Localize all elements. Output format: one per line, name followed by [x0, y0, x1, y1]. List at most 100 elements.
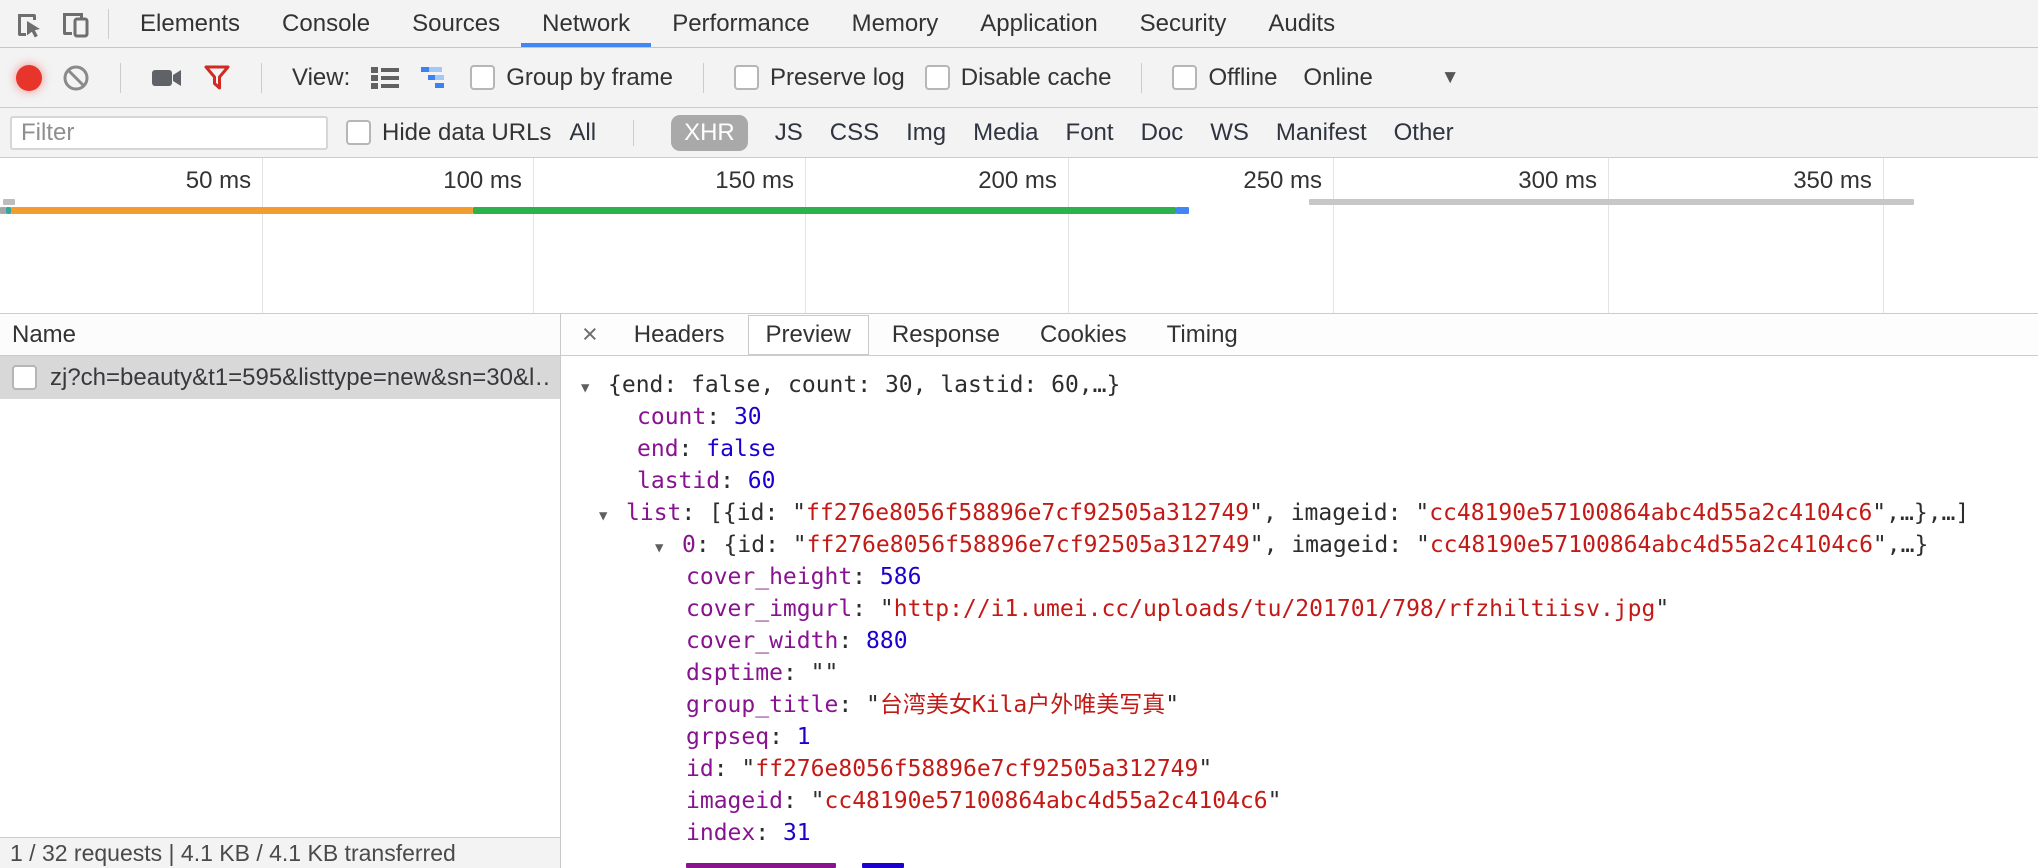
preserve-log-checkbox[interactable] [734, 65, 759, 90]
filter-type-manifest[interactable]: Manifest [1276, 119, 1367, 147]
json-key: id [686, 756, 714, 782]
json-quote: " [1872, 500, 1886, 526]
json-row: ▼list: [{id: "ff276e8056f58896e7cf92505a… [571, 497, 2038, 529]
tab-sources[interactable]: Sources [391, 0, 521, 47]
group-by-frame-checkbox[interactable] [470, 65, 495, 90]
waterfall-bar [1309, 199, 1914, 205]
json-quote: " [880, 596, 894, 622]
json-row: ▼0: {id: "ff276e8056f58896e7cf92505a3127… [571, 529, 2038, 561]
filter-type-js[interactable]: JS [775, 119, 803, 147]
filter-type-font[interactable]: Font [1066, 119, 1114, 147]
expand-arrow-icon[interactable]: ▼ [599, 500, 626, 532]
record-icon[interactable] [16, 65, 42, 91]
request-details-panel: × HeadersPreviewResponseCookiesTiming ▼{… [561, 314, 2038, 868]
offline-label[interactable]: Offline [1208, 64, 1277, 92]
filter-type-doc[interactable]: Doc [1141, 119, 1184, 147]
json-str: ff276e8056f58896e7cf92505a312749 [806, 500, 1249, 526]
json-quote: " [1250, 532, 1264, 558]
devtools-window: ElementsConsoleSourcesNetworkPerformance… [0, 0, 2038, 868]
requests-table: Name zj?ch=beauty&t1=595&listtype=new&sn… [0, 314, 561, 868]
expand-arrow-icon[interactable]: ▼ [581, 372, 608, 404]
requests-summary-bar: 1 / 32 requests | 4.1 KB / 4.1 KB transf… [0, 837, 560, 868]
grid-line [1333, 158, 1334, 313]
tab-elements[interactable]: Elements [119, 0, 261, 47]
json-key: cover_imgurl [686, 596, 852, 622]
expand-arrow-icon[interactable]: ▼ [655, 532, 682, 564]
tab-console[interactable]: Console [261, 0, 391, 47]
divider [261, 63, 262, 93]
tab-security[interactable]: Security [1119, 0, 1248, 47]
preserve-log-label[interactable]: Preserve log [770, 64, 905, 92]
tab-performance[interactable]: Performance [651, 0, 830, 47]
detail-tab-preview[interactable]: Preview [748, 315, 869, 355]
grid-line [1608, 158, 1609, 313]
json-quote: " [1249, 500, 1263, 526]
json-plain: : [852, 564, 880, 590]
json-num: 31 [783, 820, 811, 846]
json-row: cover_width: 880 [571, 625, 2038, 657]
json-plain: , imageid: [1263, 500, 1415, 526]
filter-input[interactable] [10, 116, 328, 150]
json-num: 60 [748, 468, 776, 494]
json-plain: : [679, 436, 707, 462]
json-row: imageid: "cc48190e57100864abc4d55a2c4104… [571, 785, 2038, 817]
device-toolbar-icon[interactable] [52, 3, 98, 45]
waterfall-view-icon[interactable] [420, 64, 450, 92]
json-quote: " [811, 788, 825, 814]
tab-application[interactable]: Application [959, 0, 1118, 47]
filter-type-media[interactable]: Media [973, 119, 1038, 147]
json-plain: : [838, 692, 866, 718]
time-tick-label: 250 ms [1243, 167, 1333, 195]
json-num: 1 [797, 724, 811, 750]
filter-type-css[interactable]: CSS [830, 119, 879, 147]
screenshot-camera-icon[interactable] [151, 65, 183, 91]
group-by-frame-label[interactable]: Group by frame [506, 64, 673, 92]
timeline-overview[interactable]: 50 ms100 ms150 ms200 ms250 ms300 ms350 m… [0, 158, 2038, 314]
json-key: dsptime [686, 660, 783, 686]
filter-type-other[interactable]: Other [1394, 119, 1454, 147]
filter-type-ws[interactable]: WS [1210, 119, 1249, 147]
json-plain: : [755, 820, 783, 846]
json-key: end [637, 436, 679, 462]
json-num: false [706, 436, 775, 462]
tab-network[interactable]: Network [521, 0, 651, 47]
detail-tab-headers[interactable]: Headers [617, 316, 742, 354]
hide-data-urls-checkbox[interactable] [346, 120, 371, 145]
tab-audits[interactable]: Audits [1247, 0, 1356, 47]
inspect-icon[interactable] [6, 3, 52, 45]
disable-cache-label[interactable]: Disable cache [961, 64, 1112, 92]
json-key: lastid [637, 468, 720, 494]
detail-tab-timing[interactable]: Timing [1150, 316, 1255, 354]
disable-cache-checkbox[interactable] [925, 65, 950, 90]
divider [1141, 63, 1142, 93]
filter-type-xhr[interactable]: XHR [671, 115, 748, 151]
chevron-down-icon[interactable]: ▼ [1441, 67, 1460, 89]
json-quote: " [1416, 532, 1430, 558]
json-str: cc48190e57100864abc4d55a2c4104c6 [1430, 532, 1873, 558]
tab-memory[interactable]: Memory [831, 0, 960, 47]
json-plain: : [714, 756, 742, 782]
detail-tab-cookies[interactable]: Cookies [1023, 316, 1144, 354]
waterfall-bar [3, 199, 15, 205]
filter-type-img[interactable]: Img [906, 119, 946, 147]
json-plain: : [838, 628, 866, 654]
json-row: cover_imgurl: "http://i1.umei.cc/uploads… [571, 593, 2038, 625]
time-tick-label: 200 ms [978, 167, 1068, 195]
name-column-header[interactable]: Name [0, 314, 560, 356]
hide-data-urls-label[interactable]: Hide data URLs [382, 119, 551, 147]
request-row-checkbox[interactable] [12, 365, 37, 390]
filter-type-all[interactable]: All [569, 119, 596, 147]
json-num: 586 [880, 564, 922, 590]
list-view-icon[interactable] [370, 64, 400, 92]
json-key: cover_width [686, 628, 838, 654]
request-name: zj?ch=beauty&t1=595&listtype=new&sn=30&l… [50, 364, 548, 392]
offline-checkbox[interactable] [1172, 65, 1197, 90]
throttling-select[interactable]: Online [1303, 64, 1372, 92]
json-str: cc48190e57100864abc4d55a2c4104c6 [825, 788, 1268, 814]
clear-icon[interactable] [62, 64, 90, 92]
filter-funnel-icon[interactable] [203, 64, 231, 92]
request-row[interactable]: zj?ch=beauty&t1=595&listtype=new&sn=30&l… [0, 356, 560, 399]
detail-tab-response[interactable]: Response [875, 316, 1017, 354]
close-icon[interactable]: × [569, 321, 611, 348]
json-plain: : [783, 788, 811, 814]
